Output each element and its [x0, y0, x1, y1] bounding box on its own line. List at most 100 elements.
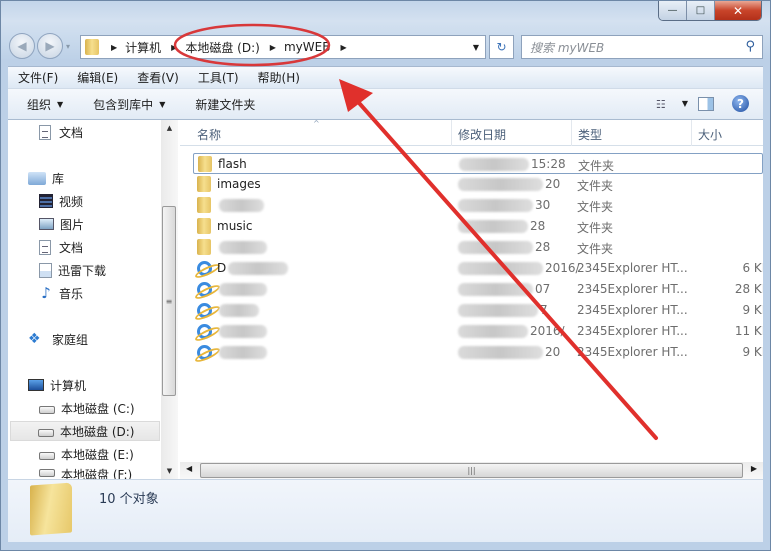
column-divider[interactable] [571, 120, 572, 146]
breadcrumb-computer[interactable]: 计算机 [125, 39, 161, 56]
scroll-left-icon[interactable]: ◀ [186, 464, 192, 473]
sidebar-item-label: 图片 [60, 217, 85, 232]
sidebar-item-label: 本地磁盘 (C:) [61, 401, 135, 416]
sidebar-item-documents-top[interactable]: 文档 [39, 122, 83, 142]
scrollbar-thumb[interactable]: ≡ [162, 206, 176, 396]
file-modified-date: 07 [458, 282, 550, 296]
organize-button[interactable]: 组织 ▼ [27, 96, 63, 113]
sidebar-item-label: 家庭组 [52, 332, 89, 347]
file-row[interactable]: 2016/2345Explorer HT... 11 KB [193, 321, 763, 342]
sidebar-item-drive-d[interactable]: 本地磁盘 (D:) [10, 421, 160, 441]
file-row[interactable]: music 28 文件夹 [193, 216, 763, 237]
breadcrumb-drive-d[interactable]: 本地磁盘 (D:) [185, 39, 259, 56]
menu-edit[interactable]: 编辑(E) [77, 69, 118, 86]
computer-icon [28, 379, 44, 391]
file-modified-date: 20 [458, 177, 560, 191]
drive-icon [39, 405, 55, 414]
file-row[interactable]: 07 2345Explorer HT... 28 KB [193, 279, 763, 300]
file-row[interactable]: 20 2345Explorer HT... 9 KB [193, 342, 763, 363]
sidebar-item-label: 音乐 [59, 286, 84, 301]
file-list: ^ 名称 修改日期 类型 大小 flash 15:28 文件夹 images 20 文件夹… [180, 120, 763, 479]
command-bar: 组织 ▼ 包含到库中 ▼ 新建文件夹 ☷ ▼ ? [8, 88, 763, 120]
breadcrumb-separator-icon[interactable]: ▶ [270, 43, 276, 52]
download-icon [39, 262, 52, 278]
breadcrumb-separator-icon[interactable]: ▶ [171, 43, 177, 52]
sidebar-item-pictures[interactable]: 图片 [39, 214, 84, 234]
breadcrumb-myweb[interactable]: myWEB [284, 40, 330, 54]
file-row[interactable]: 7 2345Explorer HT... 9 KB [193, 300, 763, 321]
refresh-button[interactable]: ↻ [489, 35, 514, 59]
column-header-type[interactable]: 类型 [578, 126, 602, 143]
change-view-icon[interactable]: ☷ [656, 98, 670, 111]
back-button[interactable]: ◀ [9, 33, 35, 59]
scroll-up-icon[interactable]: ▲ [161, 120, 178, 136]
sidebar-item-label: 本地磁盘 (E:) [61, 447, 134, 462]
menu-tools[interactable]: 工具(T) [198, 69, 239, 86]
file-modified-date: 28 [458, 219, 545, 233]
breadcrumb-separator-icon[interactable]: ▶ [340, 43, 346, 52]
html-file-icon [197, 324, 212, 339]
file-row[interactable]: 30 文件夹 [193, 195, 763, 216]
help-icon[interactable]: ? [732, 95, 749, 112]
close-button[interactable]: ✕ [715, 1, 761, 20]
column-header-size[interactable]: 大小 [698, 126, 722, 143]
scroll-right-icon[interactable]: ▶ [751, 464, 757, 473]
menu-view[interactable]: 查看(V) [137, 69, 179, 86]
column-header-name[interactable]: 名称 [197, 126, 221, 143]
sidebar-item-label: 库 [52, 171, 65, 186]
recent-pages-dropdown[interactable]: ▾ [66, 42, 70, 51]
scroll-down-icon[interactable]: ▼ [161, 463, 178, 479]
sidebar-item-drive-c[interactable]: 本地磁盘 (C:) [39, 398, 135, 418]
search-icon[interactable]: ⚲ [745, 39, 755, 54]
file-row[interactable]: D 2016/2345Explorer HT... 6 KB [193, 258, 763, 279]
file-name [217, 345, 267, 359]
item-count: 10 个对象 [99, 492, 159, 507]
details-pane: 10 个对象 [8, 479, 763, 542]
library-icon [28, 171, 46, 185]
file-type: 2345Explorer HT... [577, 282, 688, 296]
folder-icon [197, 197, 211, 213]
menu-file[interactable]: 文件(F) [18, 69, 58, 86]
column-divider[interactable] [691, 120, 692, 146]
new-folder-button[interactable]: 新建文件夹 [195, 96, 255, 113]
new-folder-label: 新建文件夹 [195, 97, 256, 112]
include-in-library-button[interactable]: 包含到库中 ▼ [93, 96, 165, 113]
sidebar-item-videos[interactable]: 视频 [39, 191, 83, 211]
sidebar-item-libraries[interactable]: 库 [28, 168, 64, 188]
sidebar-item-computer[interactable]: 计算机 [28, 375, 86, 395]
video-icon [39, 194, 53, 208]
column-header-date[interactable]: 修改日期 [458, 126, 506, 143]
column-divider[interactable] [451, 120, 452, 146]
search-input[interactable]: 搜索 myWEB ⚲ [521, 35, 763, 59]
sidebar-item-documents[interactable]: 文档 [39, 237, 83, 257]
sidebar-item-label: 迅雷下载 [58, 263, 107, 278]
navigation-pane-scrollbar[interactable]: ▲ ≡ ▼ [161, 120, 178, 479]
address-dropdown-icon[interactable]: ▼ [473, 43, 479, 52]
sidebar-item-drive-f[interactable]: 本地磁盘 (F:) [39, 466, 132, 480]
view-dropdown-icon[interactable]: ▼ [682, 99, 688, 108]
menu-help[interactable]: 帮助(H) [258, 69, 300, 86]
sidebar-item-music[interactable]: ♪ 音乐 [39, 283, 83, 303]
search-placeholder: 搜索 myWEB [530, 40, 605, 55]
column-headers: ^ 名称 修改日期 类型 大小 [180, 120, 763, 146]
address-bar[interactable]: ▶ 计算机 ▶ 本地磁盘 (D:) ▶ myWEB ▶ ▼ [80, 35, 486, 59]
forward-button[interactable]: ▶ [37, 33, 63, 59]
file-type: 2345Explorer HT... [577, 303, 688, 317]
scrollbar-thumb[interactable]: ||| [200, 463, 743, 478]
file-row[interactable]: flash 15:28 文件夹 [193, 153, 763, 174]
minimize-button[interactable]: — [659, 1, 687, 20]
breadcrumb-separator-icon[interactable]: ▶ [111, 43, 117, 52]
maximize-button[interactable]: □ [687, 1, 715, 20]
file-row[interactable]: 28 文件夹 [193, 237, 763, 258]
sidebar-item-homegroup[interactable]: ❖ 家庭组 [28, 329, 88, 349]
file-row[interactable]: images 20 文件夹 [193, 174, 763, 195]
sidebar-item-thunder-downloads[interactable]: 迅雷下载 [39, 260, 106, 280]
sidebar-item-drive-e[interactable]: 本地磁盘 (E:) [39, 444, 134, 464]
file-name [217, 282, 267, 296]
folder-icon [85, 39, 99, 55]
drive-icon [38, 428, 54, 437]
preview-pane-icon[interactable] [698, 96, 714, 111]
sidebar-item-label: 文档 [59, 125, 84, 140]
horizontal-scrollbar[interactable]: ◀ ||| ▶ [180, 462, 763, 479]
sidebar-item-label: 计算机 [50, 378, 87, 393]
